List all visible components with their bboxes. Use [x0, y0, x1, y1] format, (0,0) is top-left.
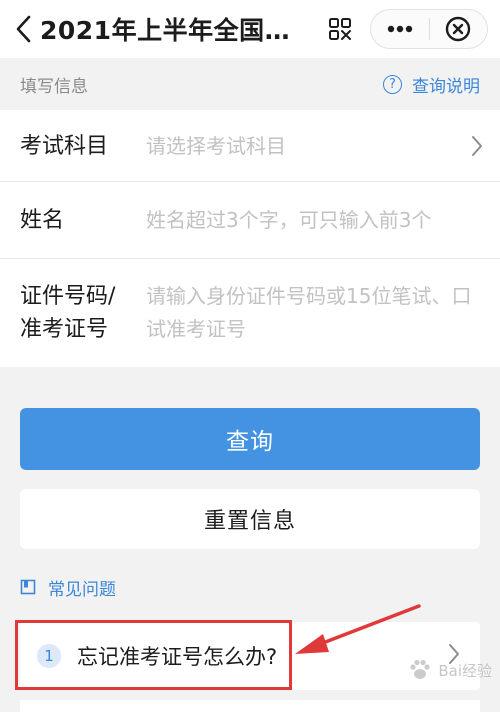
- query-button[interactable]: 查询: [20, 408, 480, 470]
- id-number-field[interactable]: 证件号码/ 准考证号 请输入身份证件号码或15位笔试、口试准考证号: [0, 259, 500, 367]
- chevron-right-icon: [470, 135, 484, 157]
- faq-title: 常见问题: [48, 579, 116, 600]
- more-dots-icon: [387, 25, 412, 33]
- name-placeholder: 姓名超过3个字，可只输入前3个: [146, 208, 432, 232]
- help-link[interactable]: ? 查询说明: [383, 72, 480, 97]
- topbar-actions: [318, 0, 488, 58]
- book-icon: [20, 579, 36, 595]
- watermark-text: Bai经验: [438, 661, 492, 680]
- faq-item-text: 忘记准考证号怎么办?: [77, 645, 278, 669]
- faq-header: 常见问题: [0, 572, 500, 602]
- top-bar: 2021年上半年全国…: [0, 0, 500, 58]
- id-number-label: 证件号码/ 准考证号: [20, 280, 146, 346]
- page-title: 2021年上半年全国…: [40, 16, 291, 45]
- reset-button[interactable]: 重置信息: [20, 489, 480, 549]
- close-button[interactable]: [430, 10, 488, 48]
- chevron-left-icon: [16, 15, 31, 43]
- subject-select[interactable]: 考试科目 请选择考试科目: [0, 110, 500, 182]
- back-button[interactable]: [6, 0, 40, 58]
- subject-label: 考试科目: [20, 133, 109, 159]
- scan-icon: [329, 18, 351, 40]
- next-faq-item-edge: [20, 700, 480, 712]
- faq-item-number: 1: [37, 644, 61, 668]
- name-field[interactable]: 姓名 姓名超过3个字，可只输入前3个: [0, 182, 500, 259]
- query-form: 考试科目 请选择考试科目 姓名 姓名超过3个字，可只输入前3个 证件号码/ 准考…: [0, 110, 500, 367]
- more-button[interactable]: [371, 10, 429, 48]
- scan-button[interactable]: [318, 7, 362, 51]
- watermark: Bai经验: [406, 656, 492, 684]
- form-section-header: 填写信息 ? 查询说明: [0, 58, 500, 110]
- subject-placeholder: 请选择考试科目: [146, 133, 286, 158]
- paw-logo-icon: [410, 659, 430, 679]
- close-circle-icon: [446, 16, 471, 42]
- mini-program-capsule: [370, 9, 488, 49]
- id-number-label-line1: 证件号码/: [20, 284, 116, 309]
- question-icon: ?: [383, 74, 402, 94]
- section-title: 填写信息: [20, 76, 88, 97]
- id-number-placeholder: 请输入身份证件号码或15位笔试、口试准考证号: [146, 284, 472, 341]
- id-number-label-line2: 准考证号: [20, 317, 109, 342]
- help-link-label: 查询说明: [412, 76, 480, 97]
- name-label: 姓名: [20, 208, 65, 233]
